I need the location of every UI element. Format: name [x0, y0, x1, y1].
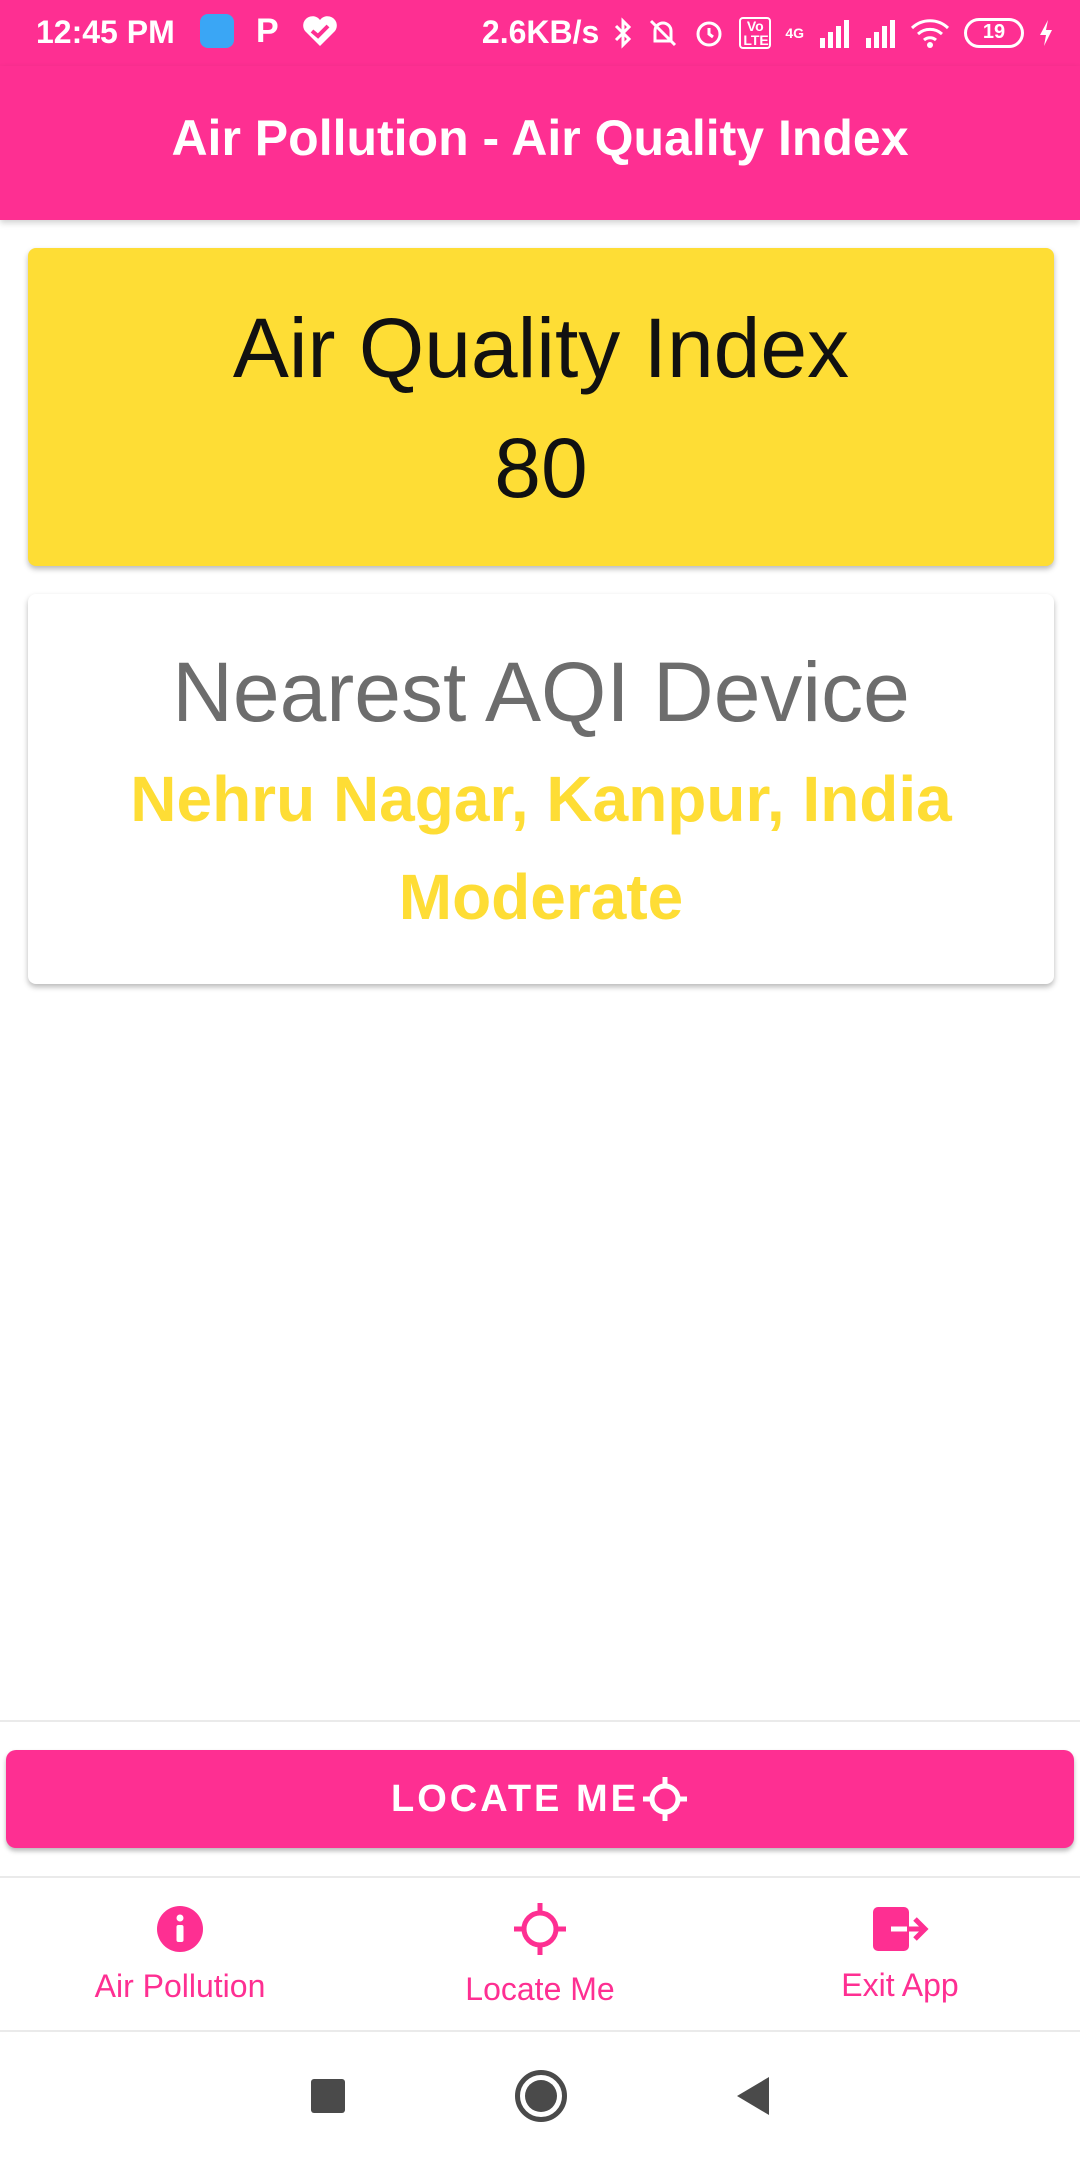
aqi-status: Moderate — [398, 861, 684, 933]
divider — [0, 1720, 1080, 1722]
heart-check-icon — [302, 16, 337, 46]
device-label: Nearest AQI Device — [172, 645, 910, 739]
home-icon-inner — [525, 2080, 557, 2112]
aqi-value: 80 — [494, 421, 588, 515]
signal-icon-2 — [866, 19, 895, 48]
status-bar: 12:45 PM P 2.6KB/s Vo LTE 4G 19 — [0, 0, 1080, 66]
aqi-label: Air Quality Index — [232, 301, 850, 395]
aqi-card: Air Quality Index 80 — [28, 248, 1054, 566]
battery-level: 19 — [982, 21, 1006, 43]
crosshair-icon — [514, 1902, 566, 1955]
app-bar: Air Pollution - Air Quality Index — [0, 66, 1080, 220]
system-navigation-bar — [0, 2032, 1080, 2160]
network-type: 4G — [785, 24, 804, 41]
device-card: Nearest AQI Device Nehru Nagar, Kanpur, … — [28, 594, 1054, 984]
nav-item-exit-app[interactable]: Exit App — [720, 1878, 1080, 2030]
locate-me-button[interactable]: LOCATE ME — [6, 1750, 1074, 1848]
exit-icon — [873, 1906, 929, 1951]
bell-off-icon — [650, 19, 677, 46]
bluetooth-icon — [615, 16, 632, 49]
status-left-icons: P — [200, 14, 339, 48]
battery-icon: 19 — [964, 17, 1024, 48]
signal-icon — [820, 19, 849, 48]
nav-item-air-pollution[interactable]: Air Pollution — [0, 1878, 360, 2030]
charging-icon — [1040, 19, 1052, 46]
wifi-icon — [910, 18, 950, 48]
crosshair-icon — [642, 1777, 687, 1821]
page-title: Air Pollution - Air Quality Index — [171, 110, 909, 166]
blue-app-icon — [200, 14, 234, 48]
nav-item-label: Exit App — [841, 1966, 959, 2003]
locate-me-button-label: LOCATE ME — [391, 1777, 639, 1820]
nav-item-locate-me[interactable]: Locate Me — [360, 1878, 720, 2030]
device-location: Nehru Nagar, Kanpur, India — [130, 763, 952, 835]
nav-item-label: Locate Me — [465, 1970, 615, 2007]
info-icon — [157, 1905, 203, 1952]
status-right-icons: 2.6KB/s Vo LTE 4G 19 — [482, 14, 1054, 51]
alarm-icon — [696, 21, 722, 46]
status-time: 12:45 PM — [36, 14, 175, 50]
bottom-navigation: Air Pollution Locate Me Exit App — [0, 1878, 1080, 2030]
nav-item-label: Air Pollution — [94, 1967, 266, 2004]
network-speed: 2.6KB/s — [481, 14, 600, 50]
p-icon: P — [256, 12, 279, 50]
back-icon[interactable] — [737, 2077, 769, 2115]
home-icon[interactable] — [515, 2070, 567, 2122]
recents-icon[interactable] — [311, 2079, 345, 2113]
volte-icon: Vo LTE — [739, 16, 772, 49]
